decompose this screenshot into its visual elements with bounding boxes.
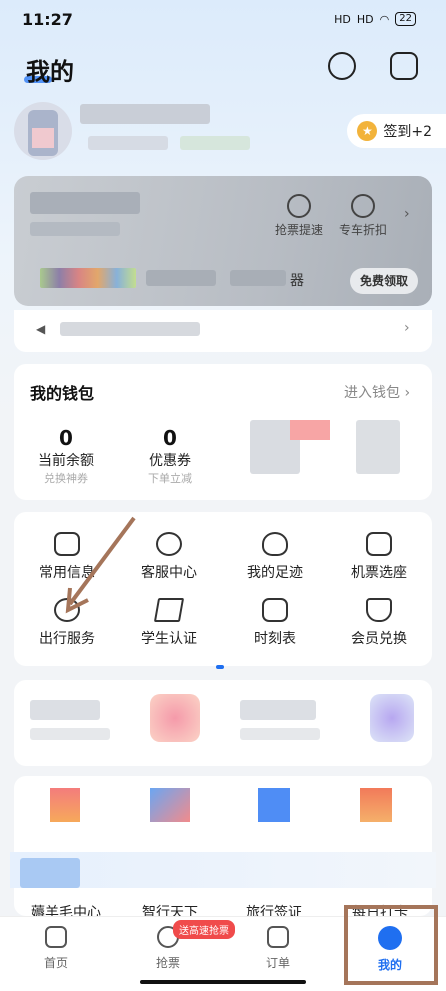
promo-2-image [370,694,414,742]
home-icon [45,926,67,948]
notice-text [60,322,200,336]
grid2-icon-2 [150,788,190,822]
signin-label: 签到+2 [383,124,432,140]
user-tag-2 [180,136,250,150]
settings-icon[interactable] [328,52,356,80]
wallet-title: 我的钱包 [30,384,95,403]
grid2-icon-3 [258,788,290,822]
headset-icon [156,532,182,556]
card-action-car[interactable]: 专车折扣 [336,194,390,238]
wallet-item-4[interactable] [356,420,400,474]
service-timetable[interactable]: 时刻表 [230,598,320,648]
home-indicator [140,980,306,984]
signin-button[interactable]: ★ 签到+2 [347,114,446,148]
page-title: 我的 [26,58,74,86]
free-claim-button[interactable]: 免费领取 [349,268,418,294]
wallet-link[interactable]: 进入钱包 › [344,382,410,402]
member-card-subtitle [30,222,120,236]
service-seat[interactable]: 机票选座 [334,532,424,582]
medal-icon: ★ [357,121,378,141]
signal-icon: HD [334,12,351,26]
promo-suffix: 器 [290,273,304,289]
username-placeholder [80,104,210,124]
car-icon [351,194,375,218]
tab-orders[interactable]: 订单 [238,926,318,971]
seat-icon [366,532,392,556]
notice-chevron-icon: › [404,320,410,336]
clock-icon [262,598,288,622]
user-tag-1 [88,136,168,150]
signal-icon-2: HD [356,12,374,26]
promo-1-title [30,700,100,720]
service-customer-center[interactable]: 客服中心 [124,532,214,582]
footprint-icon [262,532,288,556]
rocket-icon [287,194,311,218]
status-time: 11:27 [22,10,73,29]
wallet-item-3-badge [290,420,330,440]
promo-text-2 [230,270,286,286]
promo-1-image [150,694,200,742]
tab-home[interactable]: 首页 [16,926,96,971]
promo-badge: 送高速抢票 [173,920,235,939]
message-icon[interactable] [390,52,418,80]
service-contacts[interactable]: 常用信息 [22,532,112,582]
service-footprint[interactable]: 我的足迹 [230,532,320,582]
highlight-box [344,905,438,985]
wallet-coupons[interactable]: 0 优惠券 下单立减 [130,426,210,486]
grad-cap-icon [153,598,185,622]
wifi-icon: ◠ [379,12,390,26]
promo-2-title [240,700,316,720]
grid2-banner-image [20,858,80,888]
promo-1-sub [30,728,110,740]
service-member-exchange[interactable]: 会员兑换 [334,598,424,648]
chevron-right-icon: › [404,206,410,222]
service-student[interactable]: 学生认证 [124,598,214,648]
card-action-speed[interactable]: 抢票提速 [272,194,326,238]
speaker-icon: ◀ [36,322,46,336]
service-travel[interactable]: 出行服务 [22,598,112,648]
promo-2-sub [240,728,320,740]
promo-text-1 [146,270,216,286]
grid2-icon-4 [360,788,392,822]
promo-strip [40,268,136,288]
wallet-balance[interactable]: 0 当前余额 兑换神券 [26,426,106,486]
grid2-icon-1 [50,788,80,822]
page-dots [216,654,230,688]
status-indicators: HD HD ◠ 22 [334,12,416,26]
luggage-icon [54,598,80,622]
battery-icon: 22 [395,12,416,26]
id-card-icon [54,532,80,556]
gift-icon [366,598,392,622]
order-icon [267,926,289,948]
avatar[interactable] [14,102,72,160]
member-card-title [30,192,140,214]
